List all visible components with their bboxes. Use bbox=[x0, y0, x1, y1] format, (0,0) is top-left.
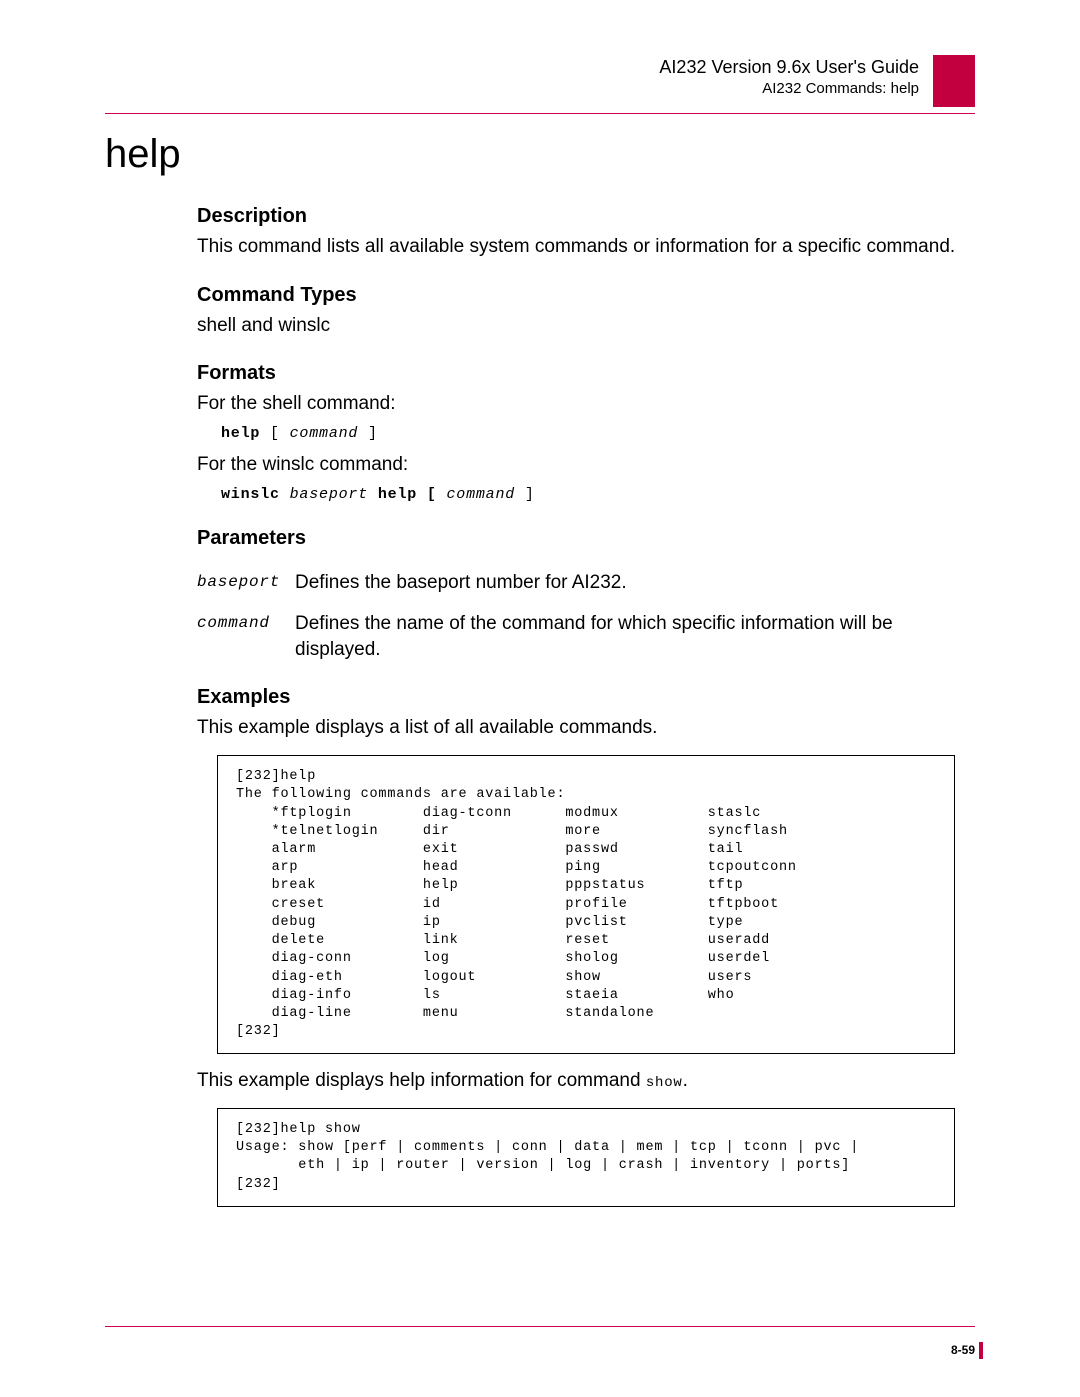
header-rule bbox=[105, 113, 975, 114]
formats-intro-winslc: For the winslc command: bbox=[197, 452, 975, 478]
page-header: AI232 Version 9.6x User's Guide AI232 Co… bbox=[105, 55, 975, 107]
examples-intro-2-pre: This example displays help information f… bbox=[197, 1070, 646, 1091]
example-output-box-1: [232]help The following commands are ava… bbox=[217, 755, 955, 1054]
document-page: AI232 Version 9.6x User's Guide AI232 Co… bbox=[0, 0, 1080, 1397]
section-heading-parameters: Parameters bbox=[197, 527, 975, 550]
format-line-winslc: winslc baseport help [ command ] bbox=[221, 486, 975, 503]
param-row: baseport Defines the baseport number for… bbox=[197, 570, 975, 596]
section-heading-command-types: Command Types bbox=[197, 284, 975, 307]
format-arg-command: command bbox=[446, 486, 515, 503]
examples-intro-2-post: . bbox=[683, 1070, 688, 1091]
footer-rule bbox=[105, 1326, 975, 1327]
description-body: This command lists all available system … bbox=[197, 234, 975, 260]
format-mid: help [ bbox=[368, 486, 446, 503]
section-heading-description: Description bbox=[197, 205, 975, 228]
doc-breadcrumb: AI232 Commands: help bbox=[659, 79, 919, 99]
formats-intro-shell: For the shell command: bbox=[197, 391, 975, 417]
bracket-open: [ bbox=[260, 425, 289, 442]
param-name: command bbox=[197, 611, 295, 662]
examples-intro-2-cmd: show bbox=[646, 1075, 683, 1091]
page-title: help bbox=[105, 132, 975, 177]
brand-accent-block bbox=[933, 55, 975, 107]
content-area: Description This command lists all avail… bbox=[197, 205, 975, 1207]
page-number: 8-59 bbox=[951, 1343, 975, 1357]
header-text-block: AI232 Version 9.6x User's Guide AI232 Co… bbox=[659, 55, 919, 100]
format-cmd: winslc bbox=[221, 486, 290, 503]
param-row: command Defines the name of the command … bbox=[197, 611, 975, 662]
doc-title: AI232 Version 9.6x User's Guide bbox=[659, 55, 919, 79]
param-definition: Defines the name of the command for whic… bbox=[295, 611, 975, 662]
param-name: baseport bbox=[197, 570, 295, 596]
command-types-body: shell and winslc bbox=[197, 313, 975, 339]
format-cmd: help bbox=[221, 425, 260, 442]
section-heading-examples: Examples bbox=[197, 686, 975, 709]
parameters-list: baseport Defines the baseport number for… bbox=[197, 570, 975, 663]
bracket-close: ] bbox=[515, 486, 535, 503]
bracket-close: ] bbox=[358, 425, 378, 442]
param-definition: Defines the baseport number for AI232. bbox=[295, 570, 975, 596]
format-arg-baseport: baseport bbox=[290, 486, 368, 503]
examples-intro-1: This example displays a list of all avai… bbox=[197, 715, 975, 741]
section-heading-formats: Formats bbox=[197, 362, 975, 385]
format-arg: command bbox=[290, 425, 359, 442]
examples-intro-2: This example displays help information f… bbox=[197, 1068, 975, 1094]
example-output-box-2: [232]help show Usage: show [perf | comme… bbox=[217, 1108, 955, 1207]
page-number-accent bbox=[979, 1342, 983, 1359]
format-line-shell: help [ command ] bbox=[221, 425, 975, 442]
